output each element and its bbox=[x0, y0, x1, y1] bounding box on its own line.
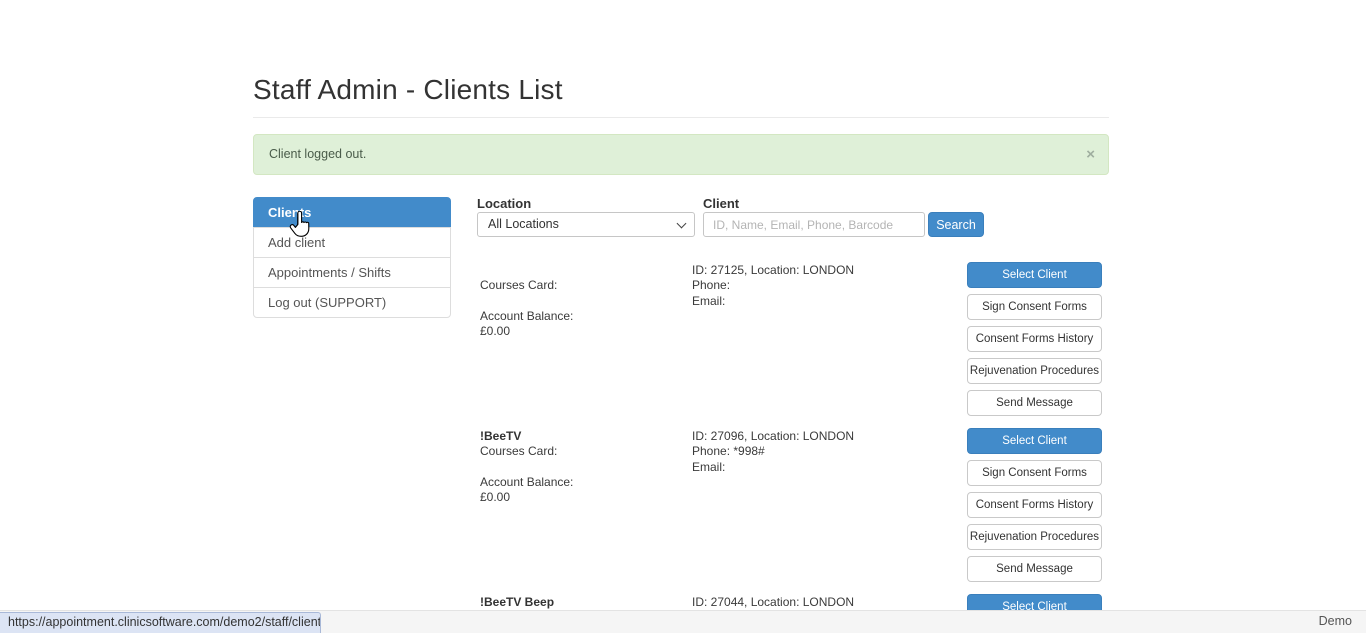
alert-close-icon[interactable]: × bbox=[1086, 135, 1095, 174]
client-label: Client bbox=[703, 196, 739, 211]
courses-card-value bbox=[480, 294, 685, 309]
client-search-form: Location All Locations Client Search bbox=[477, 196, 1109, 238]
sidebar-item-logout-support[interactable]: Log out (SUPPORT) bbox=[253, 287, 451, 318]
alert-banner: Client logged out. × bbox=[253, 134, 1109, 175]
select-client-button[interactable]: Select Client bbox=[967, 428, 1102, 454]
sidebar-item-clients[interactable]: Clients bbox=[253, 197, 451, 228]
send-message-button[interactable]: Send Message bbox=[967, 556, 1102, 582]
consent-forms-history-button[interactable]: Consent Forms History bbox=[967, 492, 1102, 518]
page-title: Staff Admin - Clients List bbox=[253, 74, 563, 106]
chevron-down-icon bbox=[677, 219, 687, 229]
client-row: Courses Card: Account Balance: £0.00 ID:… bbox=[477, 262, 1109, 428]
location-label: Location bbox=[477, 196, 531, 211]
client-contact: ID: 27044, Location: LONDON bbox=[692, 595, 952, 610]
courses-card-label: Courses Card: bbox=[480, 444, 685, 459]
client-phone: Phone: *998# bbox=[692, 444, 952, 459]
account-balance-value: £0.00 bbox=[480, 490, 685, 505]
demo-label: Demo bbox=[1319, 611, 1352, 632]
client-id-location: ID: 27125, Location: LONDON bbox=[692, 263, 952, 278]
client-contact: ID: 27096, Location: LONDON Phone: *998#… bbox=[692, 429, 952, 475]
sidebar-item-appointments-shifts[interactable]: Appointments / Shifts bbox=[253, 257, 451, 288]
client-search-input[interactable] bbox=[703, 212, 925, 237]
client-email: Email: bbox=[692, 294, 952, 309]
client-id-location: ID: 27096, Location: LONDON bbox=[692, 429, 952, 444]
client-summary: Courses Card: Account Balance: £0.00 bbox=[480, 263, 685, 339]
rejuvenation-procedures-button[interactable]: Rejuvenation Procedures bbox=[967, 524, 1102, 550]
title-divider bbox=[253, 117, 1109, 118]
client-name: !BeeTV Beep bbox=[480, 595, 685, 610]
select-client-button[interactable]: Select Client bbox=[967, 262, 1102, 288]
client-actions: Select Client Sign Consent Forms Consent… bbox=[967, 262, 1102, 422]
send-message-button[interactable]: Send Message bbox=[967, 390, 1102, 416]
client-name: !BeeTV bbox=[480, 429, 685, 444]
client-name bbox=[480, 263, 685, 278]
search-button[interactable]: Search bbox=[928, 212, 984, 237]
sidebar-item-add-client[interactable]: Add client bbox=[253, 227, 451, 258]
staff-admin-page: Staff Admin - Clients List Client logged… bbox=[0, 0, 1366, 633]
client-email: Email: bbox=[692, 460, 952, 475]
courses-card-value bbox=[480, 460, 685, 475]
courses-card-label: Courses Card: bbox=[480, 278, 685, 293]
location-select[interactable]: All Locations bbox=[477, 212, 695, 237]
alert-message: Client logged out. bbox=[269, 147, 366, 161]
consent-forms-history-button[interactable]: Consent Forms History bbox=[967, 326, 1102, 352]
hand-cursor-icon bbox=[288, 211, 311, 243]
account-balance-label: Account Balance: bbox=[480, 475, 685, 490]
client-id-location: ID: 27044, Location: LONDON bbox=[692, 595, 952, 610]
account-balance-value: £0.00 bbox=[480, 324, 685, 339]
location-select-value: All Locations bbox=[488, 217, 559, 231]
client-summary: !BeeTV Courses Card: Account Balance: £0… bbox=[480, 429, 685, 505]
client-row: !BeeTV Courses Card: Account Balance: £0… bbox=[477, 428, 1109, 594]
sign-consent-forms-button[interactable]: Sign Consent Forms bbox=[967, 294, 1102, 320]
client-actions: Select Client Sign Consent Forms Consent… bbox=[967, 428, 1102, 588]
sidebar-menu: Clients Add client Appointments / Shifts… bbox=[253, 197, 451, 318]
browser-status-url: https://appointment.clinicsoftware.com/d… bbox=[0, 612, 321, 633]
client-contact: ID: 27125, Location: LONDON Phone: Email… bbox=[692, 263, 952, 309]
sign-consent-forms-button[interactable]: Sign Consent Forms bbox=[967, 460, 1102, 486]
client-summary: !BeeTV Beep bbox=[480, 595, 685, 610]
rejuvenation-procedures-button[interactable]: Rejuvenation Procedures bbox=[967, 358, 1102, 384]
client-phone: Phone: bbox=[692, 278, 952, 293]
account-balance-label: Account Balance: bbox=[480, 309, 685, 324]
